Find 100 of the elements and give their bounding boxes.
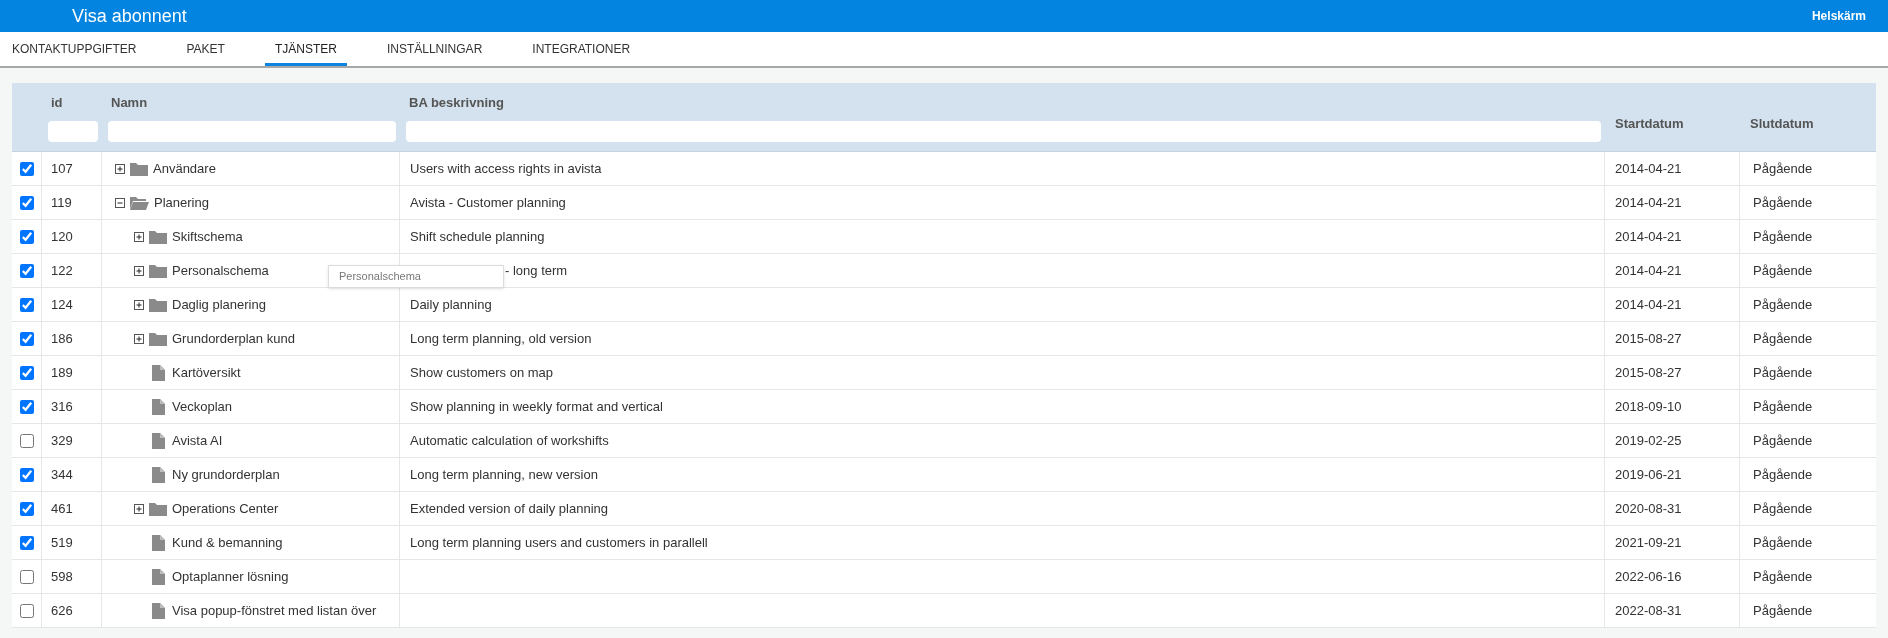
fullscreen-link[interactable]: Helskärm [1811,7,1866,25]
row-checkbox[interactable] [19,263,34,278]
row-checkbox[interactable] [19,433,34,448]
start-date-cell-text: 2014-04-21 [1615,227,1682,246]
document-icon [151,568,165,585]
description-cell-text: Show planning in weekly format and vertical [410,397,663,416]
id-cell-text: 519 [51,533,73,552]
expand-icon[interactable] [134,265,144,276]
tree-node-label[interactable]: Optaplanner lösning [172,566,289,587]
tree-node-label[interactable]: Veckoplan [172,396,232,417]
tree-node-label[interactable]: Ny grundorderplan [172,464,280,485]
end-date-cell-text: Pågående [1753,295,1813,314]
row-checkbox[interactable] [19,399,34,414]
id-cell-text: 316 [51,397,73,416]
tree-node-label[interactable]: Användare [153,158,216,179]
description-cell-text: Long term planning users and customers in parallell [410,533,708,552]
start-date-cell-text: 2022-06-16 [1615,567,1682,586]
expand-icon[interactable] [134,231,144,242]
folder-icon [149,501,167,516]
description-cell-text: Long term planning, new version [410,465,598,484]
tree-node-label[interactable]: Operations Center [172,498,279,519]
column-header: Startdatum [1615,115,1685,134]
row-checkbox[interactable] [19,297,34,312]
tree-node-label[interactable]: Skiftschema [172,226,243,247]
id-cell-text: 107 [51,159,73,178]
start-date-cell-text: 2015-08-27 [1615,363,1682,382]
end-date-cell-text: Pågående [1753,601,1813,620]
row-checkbox[interactable] [19,467,34,482]
end-date-cell-text: Pågående [1753,363,1813,382]
tab[interactable]: INTEGRATIONER [522,34,641,66]
start-date-cell-text: 2015-08-27 [1615,329,1682,348]
start-date-cell-text: 2014-04-21 [1615,261,1682,280]
end-date-cell-text: Pågående [1753,227,1813,246]
end-date-cell-text: Pågående [1753,193,1813,212]
start-date-cell-text: 2020-08-31 [1615,499,1682,518]
start-date-cell-text: 2019-06-21 [1615,465,1682,484]
tree-node-label[interactable]: Daglig planering [172,294,266,315]
row-checkbox[interactable] [19,569,34,584]
folder-icon [149,297,167,312]
tab[interactable]: TJÄNSTER [264,34,347,66]
row-checkbox[interactable] [19,331,34,346]
tree-node-label[interactable]: Planering [154,192,209,213]
folder-icon [149,263,167,278]
description-cell-text: Show customers on map [410,363,554,382]
id-cell-text: 189 [51,363,73,382]
document-icon [151,432,165,449]
end-date-cell-text: Pågående [1753,261,1813,280]
end-date-cell-text: Pågående [1753,431,1813,450]
tab[interactable]: KONTAKTUPPGIFTER [2,34,147,66]
id-cell-text: 120 [51,227,73,246]
start-date-cell-text: 2021-09-21 [1615,533,1682,552]
id-cell-text: 461 [51,499,73,518]
row-checkbox[interactable] [19,195,34,210]
description-cell-text: Shift schedule planning [410,227,545,246]
description-cell-text: - long term [505,261,568,280]
id-cell-text: 344 [51,465,73,484]
row-checkbox[interactable] [19,535,34,550]
filter-field[interactable] [48,120,98,142]
document-icon [151,364,165,381]
open-folder-icon [130,195,149,210]
tab[interactable]: INSTÄLLNINGAR [376,34,493,66]
id-cell-text: 186 [51,329,73,348]
id-cell-text: 122 [51,261,73,280]
collapse-icon[interactable] [115,197,125,208]
document-icon [151,398,165,415]
description-cell-text: Daily planning [410,295,492,314]
filter-field[interactable] [406,120,1601,142]
document-icon [151,534,165,551]
row-checkbox[interactable] [19,603,34,618]
tree-node-label[interactable]: Grundorderplan kund [172,328,295,349]
tab[interactable]: PAKET [176,34,235,66]
end-date-cell-text: Pågående [1753,567,1813,586]
end-date-cell-text: Pågående [1753,329,1813,348]
expand-icon[interactable] [134,299,144,310]
start-date-cell-text: 2014-04-21 [1615,159,1682,178]
tree-node-label[interactable]: Avista AI [172,430,223,451]
window-title: Visa abonnent [72,4,187,28]
expand-icon[interactable] [134,503,144,514]
tree-node-label[interactable]: Kund & bemanning [172,532,283,553]
row-checkbox[interactable] [19,365,34,380]
id-cell-text: 626 [51,601,73,620]
column-header: Namn [110,94,149,112]
row-checkbox[interactable] [19,161,34,176]
tree-node-label[interactable]: Personalschema [172,260,269,281]
end-date-cell-text: Pågående [1753,465,1813,484]
row-checkbox[interactable] [19,501,34,516]
description-cell-text: Avista - Customer planning [410,193,566,212]
filter-field[interactable] [108,120,396,142]
document-icon [151,602,165,619]
expand-icon[interactable] [115,163,125,174]
row-checkbox[interactable] [19,229,34,244]
description-cell-text: Automatic calculation of workshifts [410,431,609,450]
expand-icon[interactable] [134,333,144,344]
start-date-cell-text: 2018-09-10 [1615,397,1682,416]
folder-icon [149,331,167,346]
tooltip: Personalschema [328,265,504,288]
tree-node-label[interactable]: Kartöversikt [172,362,241,383]
folder-icon [130,161,148,176]
folder-icon [149,229,167,244]
tree-node-label[interactable]: Visa popup-fönstret med listan över [172,600,377,621]
